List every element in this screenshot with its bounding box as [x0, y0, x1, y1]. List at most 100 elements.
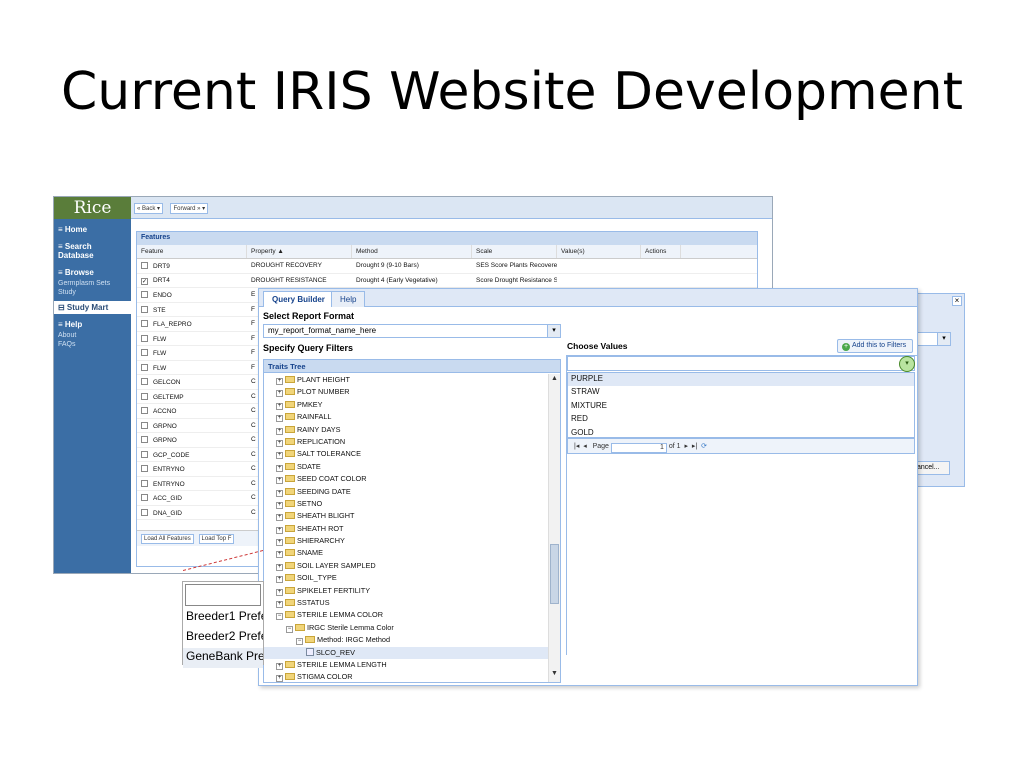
expand-icon[interactable]: +	[276, 526, 283, 534]
expand-icon[interactable]: +	[276, 514, 283, 522]
table-row[interactable]: DRT9 DROUGHT RECOVERY Drought 9 (9-10 Bars…	[137, 259, 757, 274]
expand-icon[interactable]: +	[276, 378, 283, 385]
expand-icon[interactable]: +	[276, 464, 283, 472]
row-checkbox[interactable]: ✓	[141, 277, 148, 285]
row-checkbox[interactable]	[141, 436, 148, 443]
tree-node[interactable]: + SALT TOLERANCE	[264, 448, 548, 460]
expand-icon[interactable]: +	[276, 576, 283, 584]
expand-icon[interactable]: +	[276, 390, 283, 398]
expand-icon[interactable]: +	[276, 489, 283, 497]
expand-icon[interactable]: +	[276, 477, 283, 485]
tree-node[interactable]: + RAINY DAYS	[264, 424, 548, 436]
sidebar-item[interactable]: ≡ Help	[54, 318, 131, 331]
tree-node[interactable]: + SNAME	[264, 547, 548, 559]
sidebar-item[interactable]: ⊟ Study Mart	[54, 301, 131, 314]
close-icon[interactable]: ×	[952, 296, 962, 306]
tree-node[interactable]: − Method: IRGC Method	[264, 634, 548, 646]
chevron-down-icon[interactable]: ▾	[547, 325, 560, 337]
row-checkbox[interactable]	[141, 421, 148, 429]
row-checkbox[interactable]	[141, 363, 148, 371]
column-header-property[interactable]: Property ▲	[247, 245, 352, 258]
row-checkbox[interactable]	[141, 320, 148, 327]
collapse-icon[interactable]: −	[286, 625, 293, 633]
expand-icon[interactable]: +	[276, 563, 283, 571]
back-button[interactable]: « Back ▾	[134, 203, 164, 214]
row-checkbox[interactable]	[141, 479, 148, 487]
expand-icon[interactable]: +	[276, 551, 283, 559]
tree-node[interactable]: + PLOT NUMBER	[264, 386, 548, 398]
tree-leaf[interactable]: SLCO_REV	[264, 646, 548, 659]
last-page-icon[interactable]: ▸|	[692, 443, 697, 450]
scroll-up-icon[interactable]: ▲	[549, 375, 560, 386]
column-header-feature[interactable]: Feature	[137, 245, 247, 258]
sidebar-item[interactable]: FAQs	[54, 340, 131, 349]
column-header-values[interactable]: Value(s)	[557, 245, 641, 258]
row-checkbox[interactable]	[141, 334, 148, 342]
expand-icon[interactable]: +	[276, 539, 283, 547]
tab-query-builder[interactable]: Query Builder	[263, 291, 334, 307]
prev-page-icon[interactable]: ◂	[583, 443, 587, 450]
row-checkbox[interactable]	[141, 305, 148, 313]
report-format-select[interactable]: my_report_format_name_here ▾	[263, 324, 561, 338]
sidebar-item[interactable]: Germplasm Sets	[54, 279, 131, 288]
first-page-icon[interactable]: |◂	[574, 443, 579, 450]
tree-node[interactable]: + REPLICATION	[264, 436, 548, 448]
add-to-filters-button[interactable]: + Add this to Filters	[837, 339, 913, 353]
expand-icon[interactable]: +	[276, 601, 283, 609]
forward-button[interactable]: Forward » ▾	[170, 203, 209, 214]
table-row[interactable]: ✓ DRT4 DROUGHT RESISTANCE Drought 4 (Early …	[137, 274, 757, 288]
column-header-method[interactable]: Method	[352, 245, 472, 258]
row-checkbox[interactable]	[141, 494, 148, 501]
expand-icon[interactable]: +	[276, 415, 283, 423]
column-header-scale[interactable]: Scale	[472, 245, 557, 258]
tree-node[interactable]: − IRGC Sterile Lemma Color	[264, 622, 548, 634]
tree-node[interactable]: + SHIERARCHY	[264, 535, 548, 547]
tree-node[interactable]: + PMKEY	[264, 399, 548, 411]
collapse-icon[interactable]: −	[276, 613, 283, 621]
value-item[interactable]: MIXTURE	[568, 400, 914, 413]
row-checkbox[interactable]	[141, 349, 148, 356]
tree-node[interactable]: + SOIL_TYPE	[264, 572, 548, 584]
scrollbar-thumb[interactable]	[550, 544, 559, 604]
tree-node[interactable]: + SOIL LAYER SAMPLED	[264, 560, 548, 572]
tab-help[interactable]: Help	[331, 291, 366, 307]
row-checkbox[interactable]	[141, 392, 148, 400]
cancel-button[interactable]: ancel...	[914, 461, 950, 475]
expand-icon[interactable]: +	[276, 501, 283, 509]
value-item[interactable]: RED	[568, 413, 914, 426]
scroll-down-icon[interactable]: ▼	[549, 670, 560, 681]
tree-node[interactable]: − STERILE LEMMA COLOR	[264, 609, 548, 621]
tree-node[interactable]: + PLANT HEIGHT	[264, 374, 548, 386]
dialog-select[interactable]: ▾	[915, 332, 951, 346]
preference-item[interactable]: GeneBank Pref	[183, 648, 263, 668]
expand-icon[interactable]: +	[276, 588, 283, 596]
tree-node[interactable]: + SDATE	[264, 461, 548, 473]
preference-item[interactable]: Breeder2 Prefe	[183, 628, 263, 648]
tree-node[interactable]: + SETNO	[264, 498, 548, 510]
preferences-input[interactable]	[185, 584, 261, 606]
expand-icon[interactable]: +	[276, 427, 283, 435]
tree-node[interactable]: + SHEATH ROT	[264, 523, 548, 535]
sidebar-item[interactable]: Study	[54, 288, 131, 297]
tree-node[interactable]: + STERILE LEMMA LENGTH	[264, 659, 548, 671]
tree-node[interactable]: + SHEATH BLIGHT	[264, 510, 548, 522]
sidebar-item[interactable]: About	[54, 331, 131, 340]
tree-node[interactable]: + SSTATUS	[264, 597, 548, 609]
load-top-features-button[interactable]: Load Top F	[198, 534, 235, 544]
expand-icon[interactable]: +	[276, 662, 283, 670]
refresh-icon[interactable]: ⟳	[701, 443, 707, 450]
collapse-icon[interactable]: −	[296, 638, 303, 646]
tree-node[interactable]: + SEED COAT COLOR	[264, 473, 548, 485]
expand-icon[interactable]: +	[276, 402, 283, 410]
row-checkbox[interactable]	[141, 378, 148, 385]
values-combo-input[interactable]: ▾	[567, 356, 915, 372]
row-checkbox[interactable]	[141, 465, 148, 472]
expand-icon[interactable]: +	[276, 452, 283, 460]
row-checkbox[interactable]	[141, 291, 148, 298]
value-item[interactable]: STRAW	[568, 386, 914, 399]
expand-icon[interactable]: +	[276, 675, 283, 682]
load-all-features-button[interactable]: Load All Features	[141, 534, 194, 544]
row-checkbox[interactable]	[141, 450, 148, 458]
value-item[interactable]: PURPLE	[568, 373, 914, 387]
chevron-down-icon[interactable]: ▾	[899, 356, 915, 372]
